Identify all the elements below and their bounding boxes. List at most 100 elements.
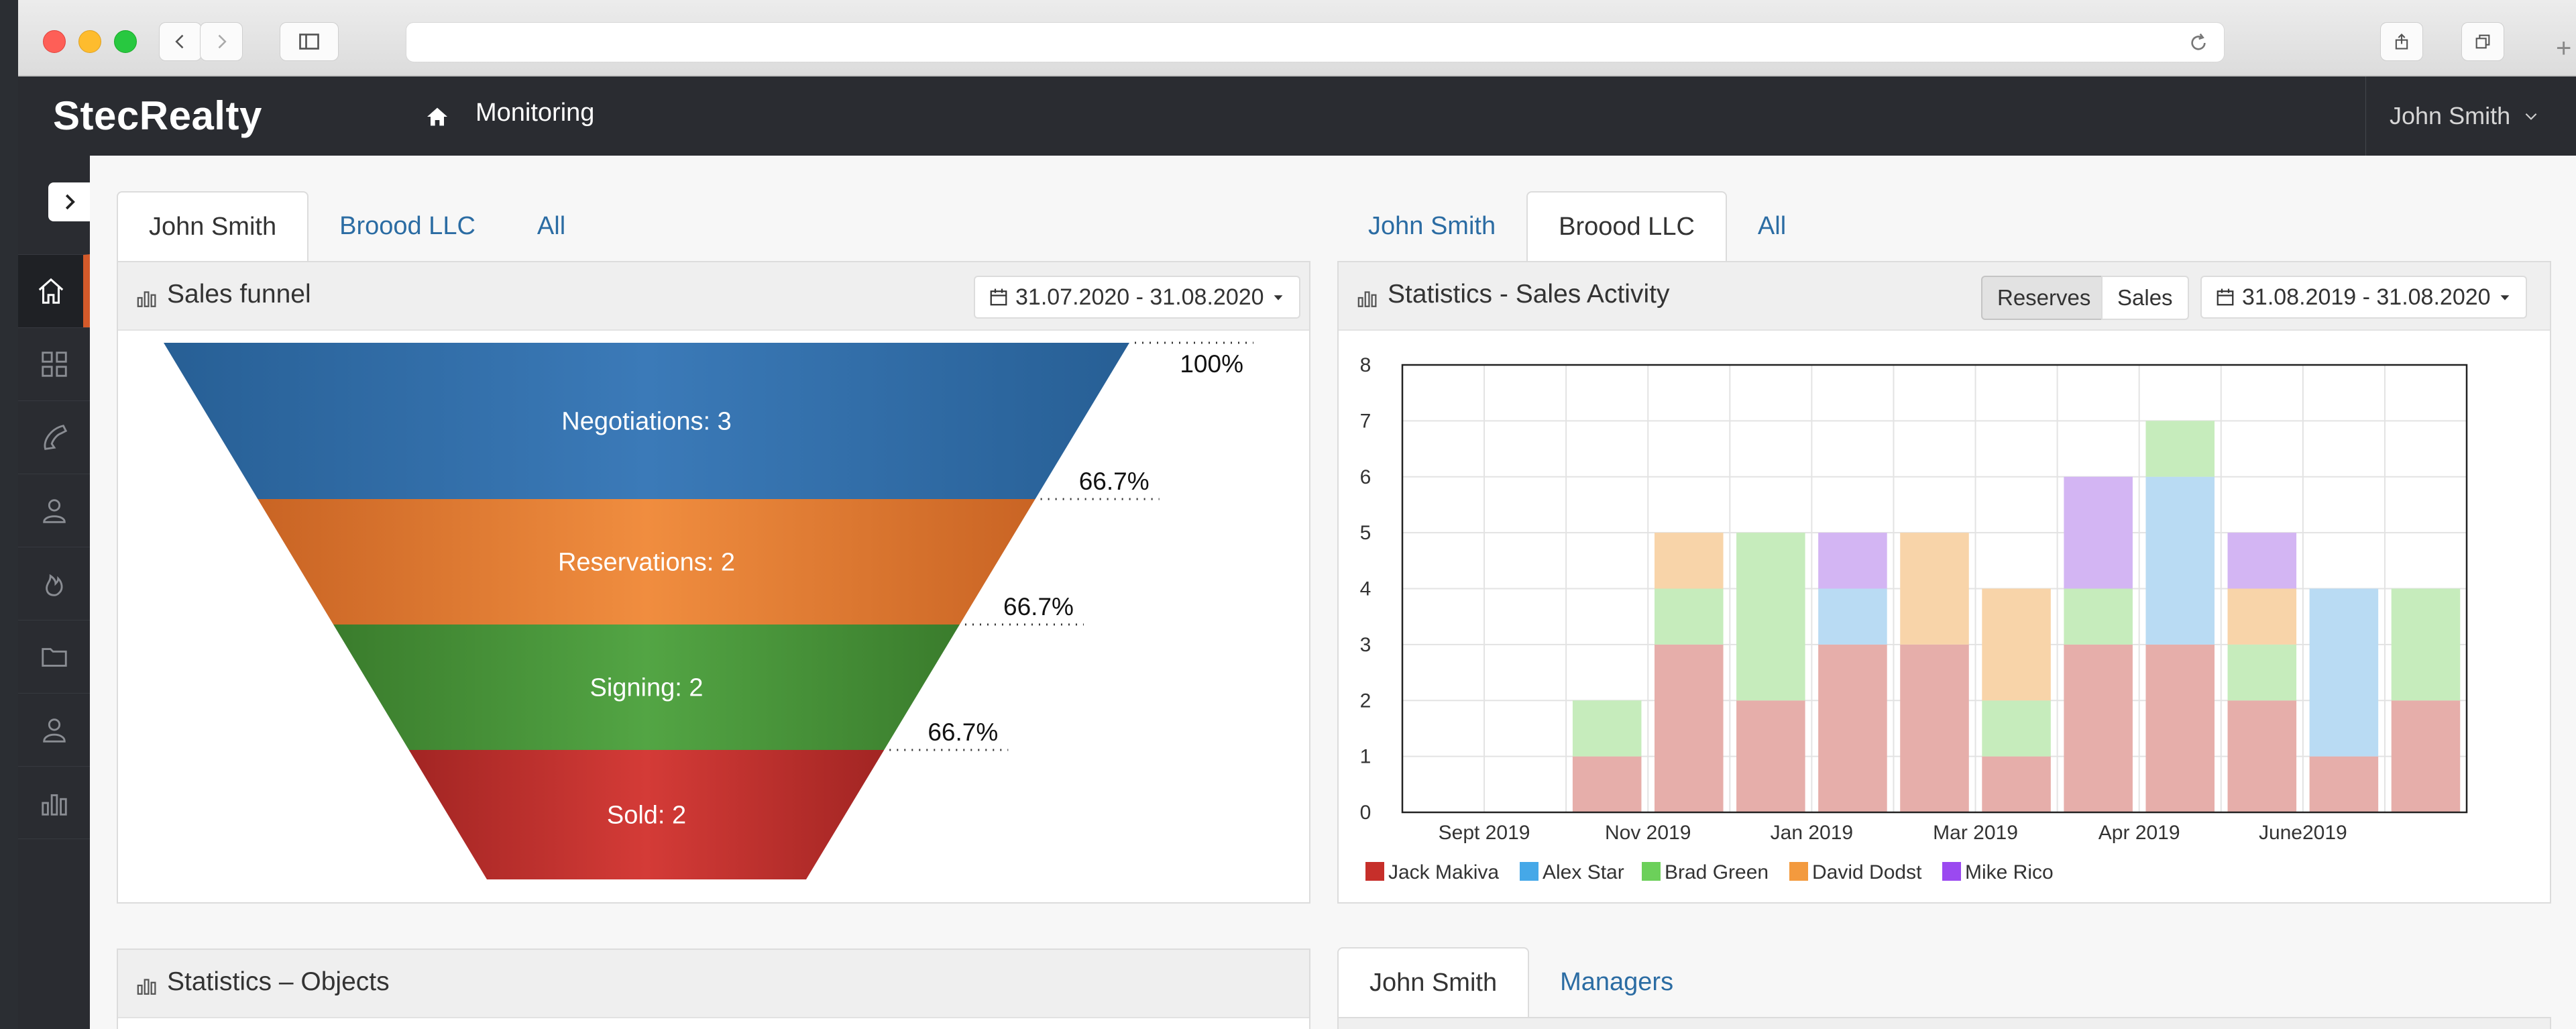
home-icon[interactable] — [424, 103, 451, 130]
bar-segment[interactable] — [1654, 644, 1724, 812]
bar-segment[interactable] — [2309, 588, 2379, 757]
sidebar-item-calls[interactable] — [18, 400, 90, 474]
bar-segment[interactable] — [2227, 588, 2297, 645]
tab-broood-llc[interactable]: Broood LLC — [1526, 191, 1727, 261]
x-tick-label: Mar 2019 — [1933, 822, 2018, 844]
legend-swatch — [1789, 862, 1808, 881]
legend-label[interactable]: Jack Makiva — [1388, 861, 1499, 883]
funnel-tabs: John Smith Broood LLC All — [117, 191, 596, 261]
tab-broood-llc[interactable]: Broood LLC — [309, 191, 506, 261]
app-header: StecRealty Monitoring John Smith — [18, 76, 2576, 156]
share-icon — [2395, 34, 2408, 50]
date-range-text: 31.08.2019 - 31.08.2020 — [2242, 284, 2491, 310]
chevron-right-icon — [218, 34, 227, 49]
tab-john-smith[interactable]: John Smith — [1337, 947, 1530, 1017]
legend-label[interactable]: Brad Green — [1665, 861, 1769, 883]
funnel-chart: Negotiations: 3 100% Reservations: 2 66.7% S… — [164, 341, 1253, 879]
sidebar-item-clients[interactable] — [18, 474, 90, 547]
bar-segment[interactable] — [1982, 588, 2051, 701]
panel-header: Sales funnel 31.07.2020 - 31.08.2020 — [118, 262, 1309, 331]
sales-toggle-button[interactable]: Sales — [2101, 276, 2189, 320]
bar-segment[interactable] — [1900, 644, 1969, 812]
bar-segment[interactable] — [1654, 533, 1724, 589]
date-range-text: 31.07.2020 - 31.08.2020 — [1015, 284, 1264, 310]
sidebar-toggle-button[interactable] — [280, 22, 339, 61]
panel-title: Statistics – Objects — [167, 967, 390, 996]
share-button[interactable] — [2380, 22, 2423, 61]
bar-segment[interactable] — [2064, 476, 2133, 589]
bar-segment[interactable] — [2309, 756, 2379, 812]
panel-header: Statistics - Sales Activity Reserves Sal… — [1339, 262, 2550, 331]
bar-segment[interactable] — [2145, 476, 2215, 645]
bar-segment[interactable] — [1818, 644, 1887, 812]
legend-label[interactable]: David Dodst — [1812, 861, 1922, 883]
sidebar-expand-button[interactable] — [48, 182, 90, 221]
reserves-toggle-button[interactable]: Reserves — [1981, 276, 2107, 320]
bar-segment[interactable] — [1654, 588, 1724, 645]
x-tick-label: Nov 2019 — [1605, 822, 1691, 844]
bar-segment[interactable] — [1736, 533, 1805, 701]
user-menu[interactable]: John Smith — [2365, 76, 2576, 156]
back-button[interactable] — [159, 22, 202, 61]
bar-segment[interactable] — [2227, 700, 2297, 812]
grid-icon — [41, 351, 67, 377]
bar-segment[interactable] — [2391, 700, 2461, 812]
panel-title: Sales funnel — [167, 280, 311, 309]
bar-segment[interactable] — [1736, 700, 1805, 812]
date-range-picker[interactable]: 31.08.2019 - 31.08.2020 — [2200, 276, 2527, 319]
tab-managers[interactable]: Managers — [1529, 947, 1704, 1017]
bar-segment[interactable] — [1818, 588, 1887, 645]
y-tick-label: 4 — [1360, 578, 1371, 600]
legend-label[interactable]: Mike Rico — [1965, 861, 2054, 883]
sidebar-item-hot[interactable] — [18, 547, 90, 620]
y-tick-label: 2 — [1360, 690, 1371, 712]
bar-segment[interactable] — [1818, 533, 1887, 589]
sidebar-item-dashboard[interactable] — [18, 327, 90, 400]
bar-segment[interactable] — [1900, 533, 1969, 645]
bar-segment[interactable] — [2227, 644, 2297, 701]
tab-john-smith[interactable]: John Smith — [1337, 191, 1526, 261]
y-tick-label: 5 — [1360, 522, 1371, 544]
new-tab-button[interactable]: + — [2556, 34, 2576, 74]
forward-button[interactable] — [200, 22, 243, 61]
bar-segment[interactable] — [1572, 700, 1642, 757]
zoom-window-button[interactable] — [114, 30, 137, 53]
legend-swatch — [1365, 862, 1384, 881]
sidebar-item-statistics[interactable] — [18, 766, 90, 839]
app-logo[interactable]: StecRealty — [53, 93, 262, 139]
panel-title: Statistics - Sales Activity — [1388, 280, 1670, 309]
bar-segment[interactable] — [2064, 644, 2133, 812]
address-bar[interactable] — [406, 22, 2225, 62]
tab-all[interactable]: All — [1727, 191, 1817, 261]
date-range-picker[interactable]: 31.07.2020 - 31.08.2020 — [974, 276, 1300, 319]
caret-down-icon — [1274, 295, 1282, 301]
sidebar-item-profile[interactable] — [18, 693, 90, 766]
bar-chart-icon — [1357, 291, 1377, 307]
fire-icon — [45, 574, 63, 596]
bar-segment[interactable] — [1982, 700, 2051, 757]
bar-segment[interactable] — [2391, 588, 2461, 701]
legend-swatch — [1642, 862, 1661, 881]
minimize-window-button[interactable] — [78, 30, 101, 53]
sidebar-item-home[interactable] — [18, 254, 90, 327]
close-window-button[interactable] — [43, 30, 66, 53]
breadcrumb-monitoring[interactable]: Monitoring — [475, 99, 594, 127]
bar-segment[interactable] — [2227, 533, 2297, 589]
chevron-left-icon — [175, 34, 184, 49]
tab-all[interactable]: All — [506, 191, 596, 261]
y-tick-label: 1 — [1360, 746, 1371, 768]
reload-icon[interactable] — [2188, 32, 2209, 54]
bar-segment[interactable] — [1572, 756, 1642, 812]
bar-segment[interactable] — [2064, 588, 2133, 645]
sidebar-item-documents[interactable] — [18, 620, 90, 693]
objects-panel: Statistics – Objects — [117, 949, 1310, 1029]
tabs-overview-button[interactable] — [2461, 22, 2504, 61]
y-tick-label: 6 — [1360, 466, 1371, 488]
bar-segment[interactable] — [2145, 644, 2215, 812]
main-content: John Smith Broood LLC All John Smith Bro… — [90, 156, 2576, 1029]
legend-label[interactable]: Alex Star — [1543, 861, 1624, 883]
bar-segment[interactable] — [2145, 421, 2215, 477]
tab-john-smith[interactable]: John Smith — [117, 191, 309, 261]
funnel-stage-percent: 100% — [1180, 350, 1243, 378]
bar-segment[interactable] — [1982, 756, 2051, 812]
